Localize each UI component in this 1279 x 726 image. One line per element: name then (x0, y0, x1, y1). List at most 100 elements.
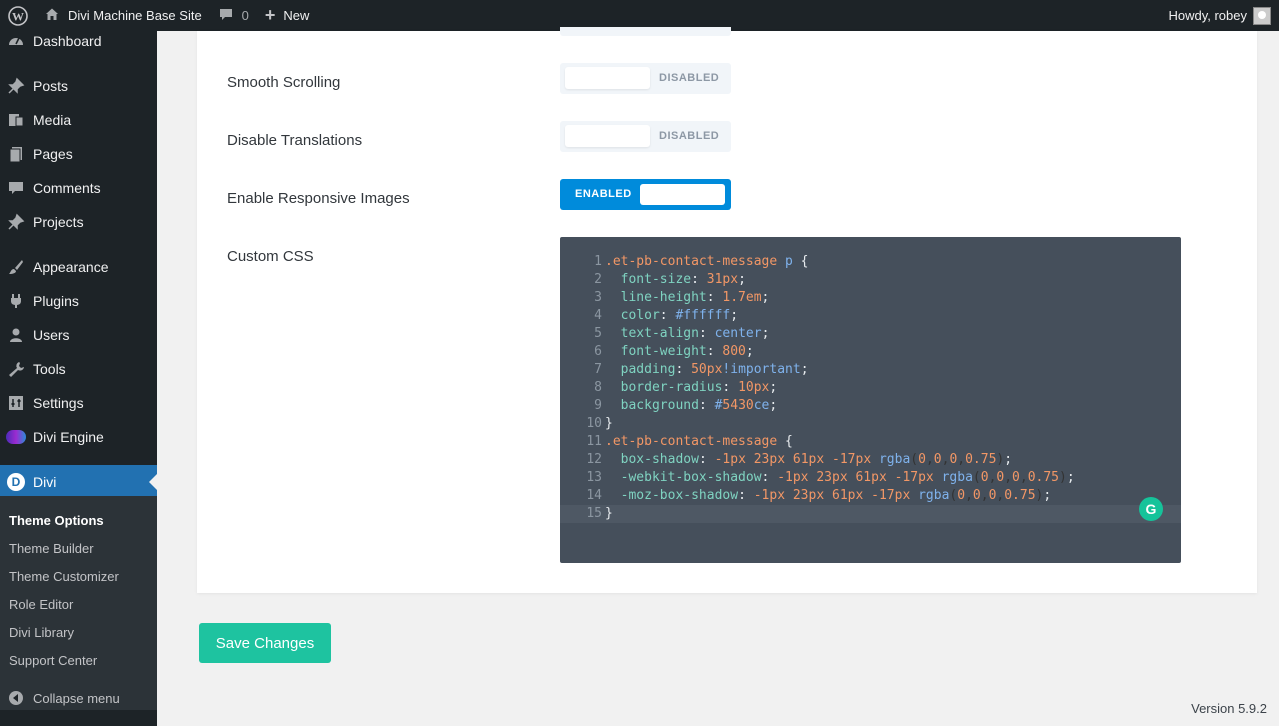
sidebar-item-plugins[interactable]: Plugins (0, 284, 157, 318)
sidebar-item-label: Media (33, 112, 72, 128)
code-line: 3 line-height: 1.7em; (560, 289, 1181, 307)
plug-icon (6, 291, 26, 311)
pin-icon (6, 76, 26, 96)
smooth-scrolling-toggle[interactable]: DISABLED (560, 63, 731, 94)
comments-link[interactable]: 0 (210, 0, 257, 31)
sidebar-item-pages[interactable]: Pages (0, 137, 157, 171)
settings-icon (6, 393, 26, 413)
line-number: 4 (594, 308, 602, 323)
toggle-state: DISABLED (659, 130, 720, 142)
sidebar-item-dashboard[interactable]: Dashboard (0, 24, 157, 58)
line-number: 9 (594, 398, 602, 413)
grammarly-icon[interactable]: G (1139, 497, 1163, 521)
submenu-theme-builder[interactable]: Theme Builder (9, 541, 94, 556)
collapse-menu-button[interactable]: Collapse menu (0, 681, 157, 715)
line-number: 7 (594, 362, 602, 377)
dashboard-icon (6, 31, 26, 51)
new-label: New (283, 8, 310, 23)
sidebar-item-posts[interactable]: Posts (0, 69, 157, 103)
sidebar-item-tools[interactable]: Tools (0, 352, 157, 386)
divi-engine-icon (6, 427, 26, 447)
submenu-theme-customizer[interactable]: Theme Customizer (9, 569, 119, 584)
line-number: 14 (586, 488, 602, 503)
sidebar-item-label: Posts (33, 78, 69, 94)
line-number: 6 (594, 344, 602, 359)
code-line: 5 text-align: center; (560, 325, 1181, 343)
toggle-knob (565, 125, 650, 147)
code-text: line-height: 1.7em; (620, 290, 770, 305)
sidebar-item-comments[interactable]: Comments (0, 171, 157, 205)
pin-icon (6, 212, 26, 232)
sidebar-item-divi-engine[interactable]: Divi Engine (0, 420, 157, 454)
code-line: 6 font-weight: 800; (560, 343, 1181, 361)
toggle-knob (565, 67, 650, 89)
new-content-link[interactable]: + New (257, 0, 318, 31)
code-line: 10} (560, 415, 1181, 433)
home-icon (44, 6, 60, 25)
brush-icon (6, 257, 26, 277)
sidebar-item-users[interactable]: Users (0, 318, 157, 352)
version-text: Version 5.9.2 (1191, 701, 1267, 716)
toggle-state: DISABLED (659, 72, 720, 84)
line-number: 2 (594, 272, 602, 287)
svg-text:W: W (12, 9, 24, 23)
comment-icon (218, 6, 234, 25)
code-text: -moz-box-shadow: -1px 23px 61px -17px rg… (620, 488, 1052, 503)
save-changes-button[interactable]: Save Changes (199, 623, 331, 663)
code-text: font-weight: 800; (620, 344, 754, 359)
submenu-role-editor[interactable]: Role Editor (9, 597, 73, 612)
sidebar-item-divi[interactable]: D Divi (0, 465, 157, 499)
sidebar-item-media[interactable]: Media (0, 103, 157, 137)
code-line: 13 -webkit-box-shadow: -1px 23px 61px -1… (560, 469, 1181, 487)
code-line: 8 border-radius: 10px; (560, 379, 1181, 397)
code-text: border-radius: 10px; (620, 380, 778, 395)
submenu-support-center[interactable]: Support Center (9, 653, 97, 668)
line-number: 12 (586, 452, 602, 467)
sidebar-item-label: Dashboard (33, 33, 102, 49)
sidebar-item-projects[interactable]: Projects (0, 205, 157, 239)
avatar (1253, 6, 1271, 25)
site-name: Divi Machine Base Site (68, 8, 202, 23)
sidebar-item-settings[interactable]: Settings (0, 386, 157, 420)
code-text: .et-pb-contact-message p { (605, 254, 809, 269)
sidebar-item-label: Divi (33, 474, 57, 490)
sidebar-item-appearance[interactable]: Appearance (0, 250, 157, 284)
divi-icon: D (6, 472, 26, 492)
sidebar-item-label: Comments (33, 180, 101, 196)
sidebar-item-label: Plugins (33, 293, 79, 309)
submenu-theme-options[interactable]: Theme Options (9, 513, 104, 528)
account-menu[interactable]: Howdy, robey (1160, 0, 1279, 31)
theme-options-panel: Smooth Scrolling DISABLED Disable Transl… (197, 27, 1257, 593)
responsive-images-toggle[interactable]: ENABLED (560, 179, 731, 210)
code-text: box-shadow: -1px 23px 61px -17px rgba(0,… (620, 452, 1013, 467)
code-text: text-align: center; (620, 326, 770, 341)
sidebar-item-label: Settings (33, 395, 84, 411)
code-text: font-size: 31px; (620, 272, 746, 287)
collapse-icon (6, 688, 26, 708)
sidebar-item-label: Tools (33, 361, 66, 377)
code-text: } (605, 506, 613, 521)
sidebar-item-label: Appearance (33, 259, 109, 275)
toggle-knob (640, 184, 725, 205)
option-label-responsive-images: Enable Responsive Images (227, 190, 410, 207)
toggle-state: ENABLED (575, 188, 632, 200)
code-line: 4 color: #ffffff; (560, 307, 1181, 325)
line-number: 3 (594, 290, 602, 305)
wrench-icon (6, 359, 26, 379)
active-indicator (149, 474, 157, 490)
disable-translations-toggle[interactable]: DISABLED (560, 121, 731, 152)
comment-icon (6, 178, 26, 198)
code-text: color: #ffffff; (620, 308, 739, 323)
code-text: background: #5430ce; (620, 398, 778, 413)
code-line: 15} (560, 505, 1181, 523)
submenu-divi-library[interactable]: Divi Library (9, 625, 74, 640)
option-label-custom-css: Custom CSS (227, 248, 314, 265)
collapse-label: Collapse menu (33, 690, 120, 706)
option-label-disable-translations: Disable Translations (227, 132, 363, 149)
user-icon (6, 325, 26, 345)
admin-sidebar: Dashboard Posts Media Pages Comments Pro… (0, 31, 157, 726)
code-text: .et-pb-contact-message { (605, 434, 793, 449)
line-number: 15 (586, 506, 602, 521)
code-line: 7 padding: 50px!important; (560, 361, 1181, 379)
custom-css-editor[interactable]: 1 .et-pb-contact-message p {2 font-size: … (560, 237, 1181, 563)
